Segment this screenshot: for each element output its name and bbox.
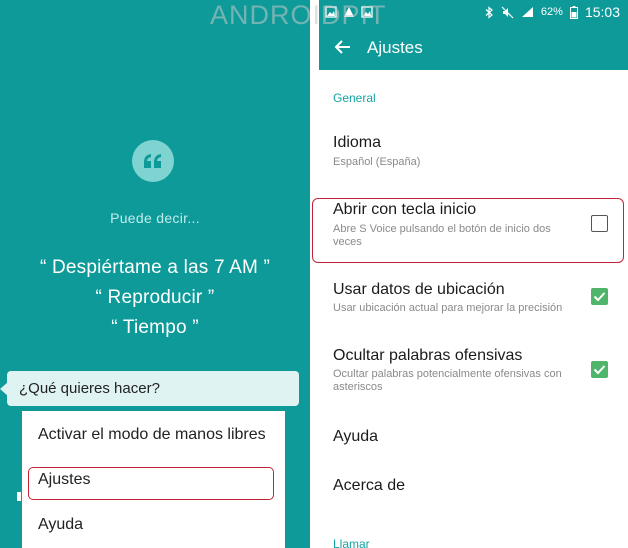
clock: 15:03 xyxy=(584,4,620,20)
home-key-highlight-box xyxy=(312,198,624,263)
setting-offensive-words-title[interactable]: Ocultar palabras ofensivas xyxy=(333,347,522,365)
hint-title: Puede decir... xyxy=(110,210,200,226)
signal-icon xyxy=(521,7,533,17)
setting-help[interactable]: Ayuda xyxy=(333,428,378,446)
quote-icon xyxy=(132,140,174,182)
settings-screen: 62% 15:03 Ajustes General Idioma Español… xyxy=(319,0,628,548)
menu-edge-marker xyxy=(17,492,21,501)
bluetooth-icon xyxy=(485,5,493,19)
voice-command-example: “ Reproducir ” xyxy=(95,287,215,308)
battery-percent: 62% xyxy=(540,6,563,18)
section-header-general: General xyxy=(333,91,376,105)
status-bar: 62% 15:03 xyxy=(319,0,628,25)
setting-location-description: Usar ubicación actual para mejorar la pr… xyxy=(333,302,563,314)
image-notification-icon xyxy=(361,6,373,18)
setting-language-value: Español (España) xyxy=(333,156,421,168)
settings-highlight-box xyxy=(28,467,274,500)
menu-item-help[interactable]: Ayuda xyxy=(38,516,83,534)
menu-item-hands-free[interactable]: Activar el modo de manos libres xyxy=(38,426,266,444)
prompt-bubble: ¿Qué quieres hacer? xyxy=(7,371,299,406)
mute-icon xyxy=(501,6,514,18)
status-icons: 62% 15:03 xyxy=(485,4,620,20)
voice-command-example: “ Tiempo ” xyxy=(111,317,199,338)
setting-offensive-words-description: Ocultar palabras potencialmente ofensiva… xyxy=(333,368,562,393)
battery-icon xyxy=(569,5,578,19)
setting-language-title[interactable]: Idioma xyxy=(333,134,381,152)
location-checkbox[interactable] xyxy=(591,288,608,305)
page-title: Ajustes xyxy=(367,38,423,57)
s-voice-panel: Puede decir... “ Despiértame a las 7 AM … xyxy=(0,0,310,548)
checkmark-icon xyxy=(593,365,606,375)
image-notification-icon xyxy=(325,6,337,18)
back-arrow-icon[interactable] xyxy=(333,37,353,57)
voice-command-example: “ Despiértame a las 7 AM ” xyxy=(39,257,271,278)
setting-about[interactable]: Acerca de xyxy=(333,477,405,495)
notification-icons xyxy=(325,6,373,18)
offensive-words-checkbox[interactable] xyxy=(591,361,608,378)
app-bar: Ajustes xyxy=(319,25,628,70)
checkmark-icon xyxy=(593,292,606,302)
warning-icon xyxy=(344,7,354,17)
section-header-call: Llamar xyxy=(333,537,370,548)
setting-location-title[interactable]: Usar datos de ubicación xyxy=(333,281,505,299)
